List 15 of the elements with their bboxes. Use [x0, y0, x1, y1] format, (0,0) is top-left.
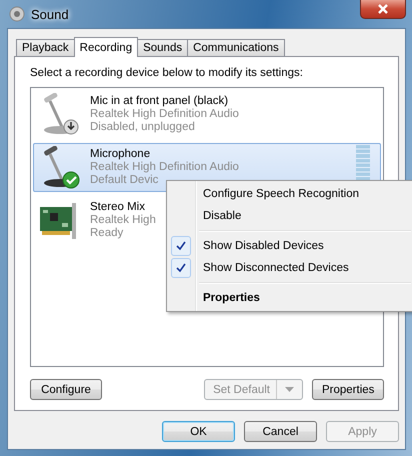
- device-name: Microphone: [90, 148, 150, 161]
- menu-item-label: Properties: [202, 292, 260, 304]
- device-name: Mic in at front panel (black): [90, 95, 228, 108]
- device-status: Ready: [90, 227, 124, 240]
- menu-item-label: Disable: [202, 210, 242, 222]
- window-title: Sound: [31, 6, 69, 22]
- device-status: Default Devic: [90, 174, 158, 187]
- device-driver: Realtek High: [90, 214, 156, 227]
- device-name: Stereo Mix: [90, 201, 145, 214]
- device-status: Disabled, unplugged: [90, 121, 195, 134]
- device-driver: Realtek High Definition Audio: [90, 108, 239, 121]
- instruction-text: Select a recording device below to modify its settings:: [30, 67, 304, 79]
- device-driver: Realtek High Definition Audio: [90, 161, 239, 174]
- menu-item-label: Show Disconnected Devices: [202, 262, 349, 274]
- menu-item-label: Show Disabled Devices: [202, 240, 324, 252]
